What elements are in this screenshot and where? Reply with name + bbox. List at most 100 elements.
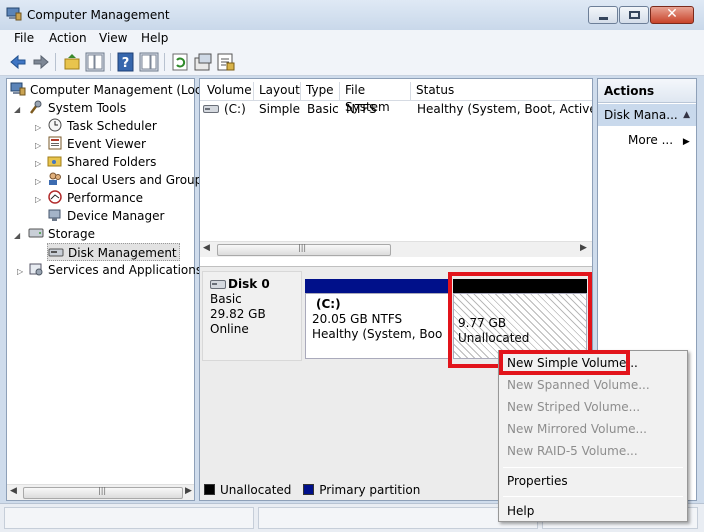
up-folder-icon[interactable] xyxy=(62,52,82,72)
properties-icon[interactable] xyxy=(193,52,213,72)
maximize-button[interactable] xyxy=(619,6,649,24)
scroll-left-icon[interactable]: ◀ xyxy=(203,243,210,253)
tree-label: Task Scheduler xyxy=(67,119,157,133)
device-manager-icon xyxy=(48,209,61,221)
column-header-status[interactable]: Status xyxy=(411,82,592,100)
column-header-layout[interactable]: Layout xyxy=(254,82,301,100)
expand-arrow-icon[interactable]: ▷ xyxy=(17,267,23,276)
expand-arrow-icon[interactable]: ▷ xyxy=(35,177,41,186)
scrollbar-thumb[interactable]: ||| xyxy=(217,243,391,256)
legend-label-unallocated: Unallocated xyxy=(220,483,292,497)
tree-item-storage[interactable]: Storage xyxy=(28,225,95,243)
forward-icon[interactable] xyxy=(31,52,51,72)
clock-icon xyxy=(48,118,62,132)
tree-label: Services and Applications xyxy=(48,263,203,277)
expand-arrow-icon[interactable]: ▷ xyxy=(35,195,41,204)
minimize-button[interactable] xyxy=(588,6,618,24)
actions-header: Actions xyxy=(598,79,696,103)
menu-new-striped-volume[interactable]: New Striped Volume... xyxy=(507,397,640,417)
menu-view[interactable]: View xyxy=(99,31,127,45)
partition-c[interactable]: (C:) 20.05 GB NTFS Healthy (System, Boot… xyxy=(305,279,449,359)
column-header-file-system[interactable]: File System xyxy=(340,82,411,114)
column-header-volume[interactable]: Volume xyxy=(202,82,254,100)
expand-arrow-icon[interactable]: ▷ xyxy=(35,123,41,132)
partition-label: (C:) xyxy=(316,297,341,311)
show-hide-tree-icon[interactable] xyxy=(85,52,105,72)
highlight-box xyxy=(499,350,630,375)
status-cell xyxy=(258,507,538,529)
refresh-icon[interactable] xyxy=(170,52,190,72)
tree-label: Device Manager xyxy=(67,209,165,223)
tree-item-local-users-groups[interactable]: Local Users and Groups xyxy=(47,171,209,189)
maximize-icon xyxy=(629,11,640,19)
menu-file[interactable]: File xyxy=(14,31,34,45)
title-bar: Computer Management ✕ xyxy=(0,0,704,30)
scroll-right-icon[interactable]: ▶ xyxy=(580,243,587,253)
more-actions-link[interactable]: More ... ▶ xyxy=(628,133,690,147)
tree-label: Computer Management (Local xyxy=(30,83,213,97)
tree-label: Local Users and Groups xyxy=(67,173,209,187)
collapse-arrow-icon[interactable]: ◢ xyxy=(14,105,20,114)
users-icon xyxy=(49,172,61,185)
back-icon[interactable] xyxy=(8,52,28,72)
grip-icon: ||| xyxy=(298,243,307,252)
menu-new-mirrored-volume[interactable]: New Mirrored Volume... xyxy=(507,419,647,439)
expand-arrow-icon[interactable]: ▷ xyxy=(35,159,41,168)
tree-label: Performance xyxy=(67,191,144,205)
export-icon[interactable] xyxy=(216,52,236,72)
tree-label: Shared Folders xyxy=(67,155,157,169)
help-icon[interactable]: ? xyxy=(116,52,136,72)
console-tree: Computer Management (Local ◢ System Tool… xyxy=(6,78,212,501)
disk-0-label[interactable]: Disk 0 Basic 29.82 GB Online xyxy=(202,271,302,361)
close-button[interactable]: ✕ xyxy=(650,6,694,24)
legend-swatch-primary xyxy=(303,484,315,495)
header-divider xyxy=(200,100,592,101)
tree-label: Disk Management xyxy=(68,246,177,260)
collapse-arrow-icon[interactable]: ◢ xyxy=(14,231,20,240)
disk-size: 29.82 GB xyxy=(210,307,266,321)
disk-icon xyxy=(210,280,226,289)
actions-section-label: Disk Mana... xyxy=(604,108,678,122)
menu-action[interactable]: Action xyxy=(49,31,87,45)
tree-item-services-applications[interactable]: Services and Applications xyxy=(28,261,202,279)
tree-item-shared-folders[interactable]: Shared Folders xyxy=(47,153,156,171)
scroll-left-icon[interactable]: ◀ xyxy=(10,486,17,496)
tree-item-system-tools[interactable]: System Tools xyxy=(28,99,126,117)
toolbar-separator xyxy=(55,53,56,71)
tree-horizontal-scrollbar[interactable]: ◀ ||| ▶ xyxy=(7,484,194,500)
menu-separator xyxy=(503,467,683,468)
cell-layout: Simple xyxy=(259,102,300,116)
status-cell xyxy=(4,507,254,529)
tree-item-performance[interactable]: Performance xyxy=(47,189,143,207)
menu-help-item[interactable]: Help xyxy=(507,501,534,521)
collapse-up-icon[interactable]: ▲ xyxy=(683,110,690,120)
column-header-type[interactable]: Type xyxy=(301,82,340,100)
event-viewer-icon xyxy=(48,136,62,150)
menu-new-spanned-volume[interactable]: New Spanned Volume... xyxy=(507,375,650,395)
cell-volume: (C:) xyxy=(224,102,246,116)
tree-item-task-scheduler[interactable]: Task Scheduler xyxy=(47,117,157,135)
computer-icon xyxy=(10,82,26,96)
menu-help[interactable]: Help xyxy=(141,31,168,45)
tree-item-event-viewer[interactable]: Event Viewer xyxy=(47,135,146,153)
submenu-arrow-icon: ▶ xyxy=(682,137,690,147)
tree-label: Storage xyxy=(48,227,95,241)
grip-icon: ||| xyxy=(98,486,107,495)
tree-item-disk-management[interactable]: Disk Management xyxy=(47,243,180,261)
performance-icon xyxy=(48,190,62,204)
menu-new-raid5-volume[interactable]: New RAID-5 Volume... xyxy=(507,441,638,461)
scrollbar-thumb[interactable]: ||| xyxy=(23,486,183,499)
expand-arrow-icon[interactable]: ▷ xyxy=(35,141,41,150)
scroll-right-icon[interactable]: ▶ xyxy=(185,486,192,496)
menu-properties[interactable]: Properties xyxy=(507,471,568,491)
tree-item-device-manager[interactable]: Device Manager xyxy=(47,207,164,225)
show-hide-action-icon[interactable] xyxy=(139,52,159,72)
window-title: Computer Management xyxy=(27,8,170,22)
menu-bar: File Action View Help xyxy=(0,30,704,48)
disk-management-icon xyxy=(48,248,64,257)
partition-status: Healthy (System, Boot, A xyxy=(312,327,442,341)
toolbar-separator xyxy=(110,53,111,71)
actions-section-disk-management[interactable]: Disk Mana... ▲ xyxy=(598,104,696,126)
tree-item-computer-management[interactable]: Computer Management (Local xyxy=(10,81,212,99)
volume-list-scrollbar[interactable]: ◀ ||| ▶ xyxy=(200,241,592,257)
